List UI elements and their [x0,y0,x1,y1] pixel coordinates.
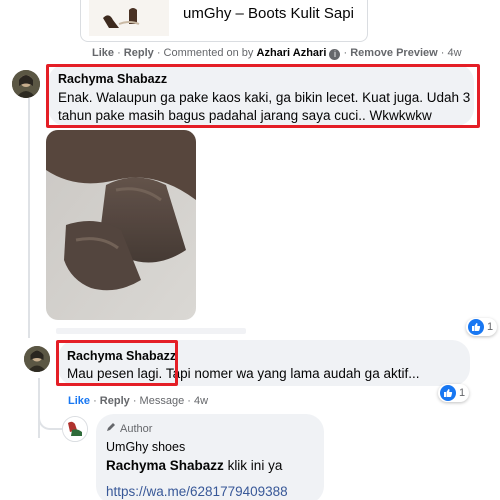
highlight-box [46,64,480,128]
hidden-action-row [56,328,246,334]
timestamp[interactable]: 4w [194,395,208,407]
like-link[interactable]: Like [92,47,114,59]
reaction-badge[interactable]: 1 [466,318,498,336]
remove-preview-link[interactable]: Remove Preview [350,47,437,59]
timestamp[interactable]: 4w [447,47,461,59]
preview-action-row: Like · Reply · Commented on by Azhari Az… [92,47,462,60]
avatar[interactable] [24,346,50,372]
reply-text: Rachyma Shabazz klik ini ya [106,457,282,475]
commented-on-by: Commented on by [163,47,254,59]
comment-photo[interactable] [46,130,196,320]
reply-author[interactable]: UmGhy shoes [106,440,185,454]
reaction-badge[interactable]: 1 [438,384,470,402]
mention-link[interactable]: Rachyma Shabazz [106,458,224,473]
reply-link[interactable]: Reply [124,47,154,59]
reply-message: klik ini ya [227,458,283,473]
reply-link[interactable]: Reply [100,395,130,407]
preview-thumbnail [89,0,169,36]
thumbs-up-icon [440,385,456,401]
highlight-box [56,340,178,386]
like-link[interactable]: Like [68,395,90,407]
author-link[interactable]: Azhari Azhari [257,47,327,59]
author-badge: Author [106,422,152,435]
comment-action-row: Like · Reply · Message · 4w [68,395,209,407]
link-preview-card[interactable]: umGhy – Boots Kulit Sapi [80,0,368,42]
preview-title[interactable]: umGhy – Boots Kulit Sapi [183,5,354,22]
reaction-count: 1 [487,321,494,333]
reaction-count: 1 [459,387,466,399]
info-icon[interactable]: i [329,49,341,60]
message-link[interactable]: Message [140,395,185,407]
thread-line [28,98,30,338]
thumbs-up-icon [468,319,484,335]
page-avatar[interactable] [62,416,88,442]
pencil-icon [106,422,116,435]
thread-curve [38,400,62,430]
avatar[interactable] [12,70,40,98]
whatsapp-link[interactable]: https://wa.me/6281779409388 [106,484,288,499]
